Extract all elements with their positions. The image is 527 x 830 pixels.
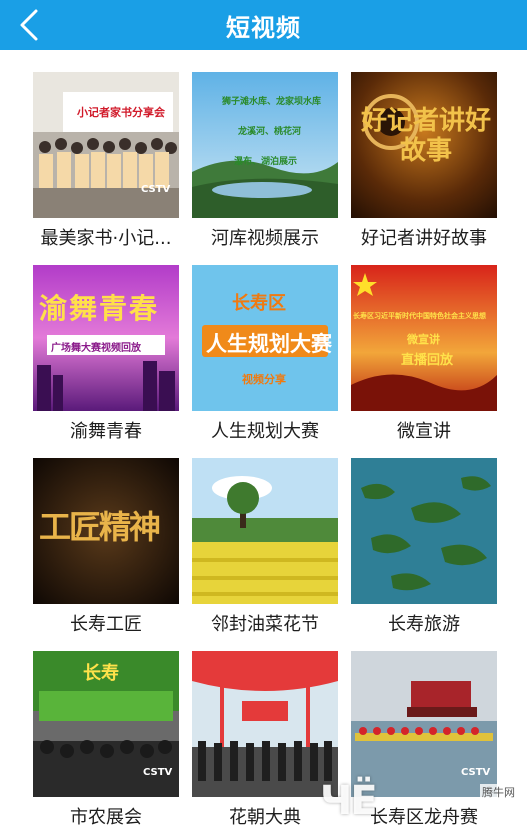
thumbnail-top: 长寿区 [232, 293, 286, 314]
video-title: 长寿工匠 [70, 614, 142, 635]
video-title: 市农展会 [70, 807, 142, 828]
thumbnail-line: 瀑布、湖泊展示 [234, 157, 298, 167]
video-card[interactable]: 长寿区 人生规划大赛 视频分享 人生规划大赛 [192, 265, 338, 445]
thumbnail-subtitle: 视频分享 [242, 373, 286, 386]
video-thumbnail: 长寿区 人生规划大赛 视频分享 [192, 265, 338, 411]
cstv-badge: CSTV [461, 767, 491, 778]
video-title: 花朝大典 [229, 807, 301, 828]
thumbnail-title: 好记者讲好故事 [360, 106, 491, 166]
video-title: 河库视频展示 [211, 228, 319, 249]
video-title: 邻封油菜花节 [211, 614, 319, 635]
video-thumbnail: 好记者讲好故事 [351, 72, 497, 218]
thumbnail-title: 工匠精神 [39, 508, 161, 546]
site-watermark: ЧЁ 腾牛网 [320, 778, 520, 828]
video-title: 微宣讲 [397, 421, 451, 442]
video-thumbnail [192, 651, 338, 797]
video-thumbnail [192, 458, 338, 604]
cstv-badge: CSTV [141, 184, 171, 195]
video-title: 人生规划大赛 [211, 421, 319, 442]
video-card[interactable]: 花朝大典 [192, 651, 338, 830]
video-card[interactable]: 长寿 CSTV 市农展会 [33, 651, 179, 830]
video-title: 最美家书·小记... [40, 228, 172, 249]
video-card[interactable]: 渝舞青春 广场舞大赛视频回放 渝舞青春 [33, 265, 179, 445]
thumbnail-title: 长寿 [83, 663, 119, 684]
chevron-left-icon [20, 9, 38, 41]
video-card[interactable]: 狮子滩水库、龙家坝水库 龙溪河、桃花河 瀑布、湖泊展示 河库视频展示 [192, 72, 338, 252]
video-card[interactable]: 好记者讲好故事 好记者讲好故事 [351, 72, 497, 252]
video-card[interactable]: 长寿区习近平新时代中国特色社会主义思想 微宣讲 直播回放 微宣讲 [351, 265, 497, 445]
watermark-logo: ЧЁ [320, 778, 378, 824]
thumbnail-line: 狮子滩水库、龙家坝水库 [222, 97, 322, 107]
thumbnail-line: 微宣讲 [407, 333, 440, 346]
thumbnail-title: 小记者家书分享会 [77, 106, 165, 119]
thumbnail-line: 直播回放 [401, 353, 454, 368]
video-card[interactable]: 长寿旅游 [351, 458, 497, 638]
video-grid: 小记者家书分享会 CSTV 最美家书·小记... 狮子滩水库、龙家坝水库 龙溪河… [0, 50, 527, 830]
top-navigation-bar: 短视频 [0, 0, 527, 50]
thumbnail-title: 人生规划大赛 [206, 332, 332, 356]
page-title: 短视频 [226, 13, 301, 42]
video-title: 渝舞青春 [70, 421, 142, 442]
video-thumbnail: 长寿区习近平新时代中国特色社会主义思想 微宣讲 直播回放 [351, 265, 497, 411]
watermark-site-name: 腾牛网 [480, 784, 517, 800]
video-thumbnail: CSTV [351, 651, 497, 797]
thumbnail-subtitle: 广场舞大赛视频回放 [51, 343, 141, 354]
video-thumbnail: 长寿 CSTV [33, 651, 179, 797]
video-thumbnail: 小记者家书分享会 CSTV [33, 72, 179, 218]
video-card[interactable]: 邻封油菜花节 [192, 458, 338, 638]
video-thumbnail: 狮子滩水库、龙家坝水库 龙溪河、桃花河 瀑布、湖泊展示 [192, 72, 338, 218]
video-title: 长寿旅游 [388, 614, 460, 635]
thumbnail-line: 龙溪河、桃花河 [238, 127, 302, 137]
thumbnail-title: 渝舞青春 [39, 292, 160, 325]
video-thumbnail [351, 458, 497, 604]
video-card[interactable]: 小记者家书分享会 CSTV 最美家书·小记... [33, 72, 179, 252]
cstv-badge: CSTV [143, 767, 173, 778]
back-button[interactable] [8, 5, 48, 45]
video-title: 好记者讲好故事 [361, 228, 487, 249]
thumbnail-line: 长寿区习近平新时代中国特色社会主义思想 [353, 312, 486, 320]
video-thumbnail: 渝舞青春 广场舞大赛视频回放 [33, 265, 179, 411]
video-card[interactable]: 工匠精神 长寿工匠 [33, 458, 179, 638]
video-thumbnail: 工匠精神 [33, 458, 179, 604]
